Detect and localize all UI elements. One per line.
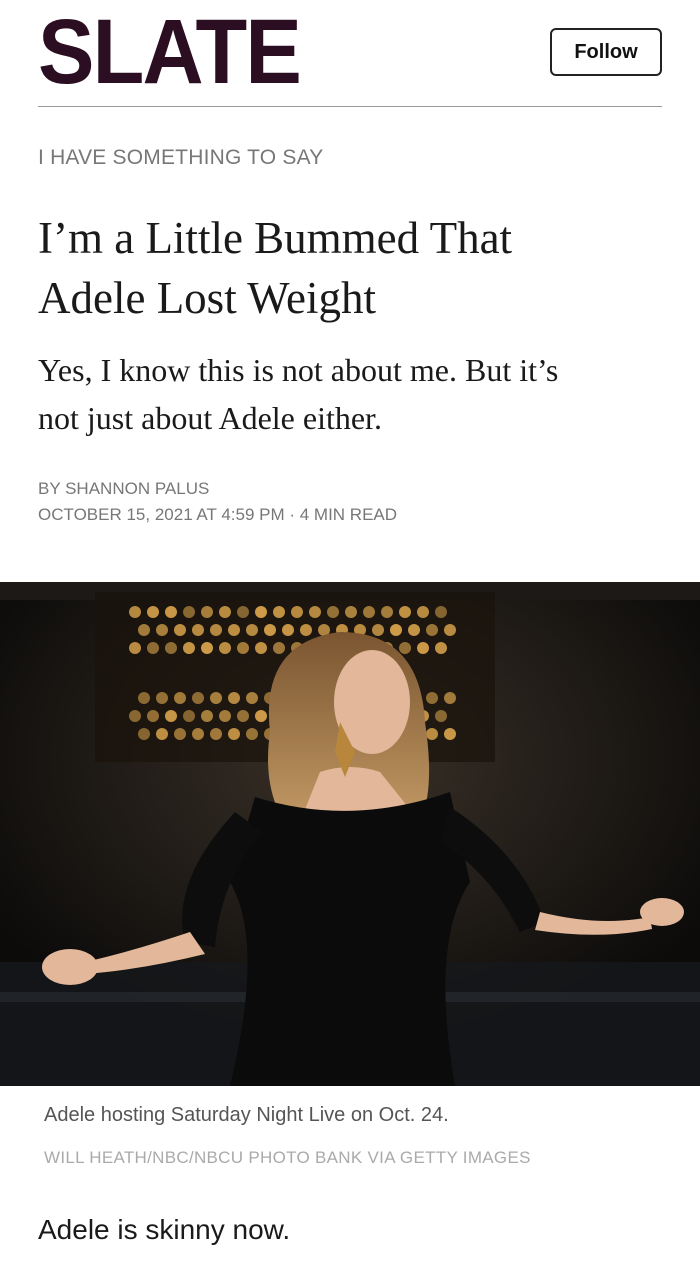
dek-line-1: Yes, I know this is not about me. But it… (38, 352, 558, 388)
article-headline: I’m a Little Bummed That Adele Lost Weig… (38, 208, 662, 328)
performer-on-stage-image (0, 582, 700, 1086)
article-kicker[interactable]: I HAVE SOMETHING TO SAY (38, 146, 323, 170)
photo-caption: Adele hosting Saturday Night Live on Oct… (44, 1104, 449, 1127)
site-header: SLATE Follow (38, 0, 662, 107)
slate-logo[interactable]: SLATE (38, 6, 300, 98)
article-body-first-line: Adele is skinny now. (38, 1214, 290, 1246)
headline-line-2: Adele Lost Weight (38, 273, 376, 323)
publish-date: OCTOBER 15, 2021 AT 4:59 PM · 4 MIN READ (38, 502, 397, 528)
article-byline: BY SHANNON PALUS OCTOBER 15, 2021 AT 4:5… (38, 476, 397, 528)
dek-line-2: not just about Adele either. (38, 400, 382, 436)
article-photo (0, 582, 700, 1086)
photo-credit: WILL HEATH/NBC/NBCU PHOTO BANK VIA GETTY… (44, 1148, 531, 1168)
article-dek: Yes, I know this is not about me. But it… (38, 346, 668, 442)
headline-line-1: I’m a Little Bummed That (38, 213, 512, 263)
follow-button[interactable]: Follow (550, 28, 662, 76)
author-name[interactable]: BY SHANNON PALUS (38, 476, 397, 502)
